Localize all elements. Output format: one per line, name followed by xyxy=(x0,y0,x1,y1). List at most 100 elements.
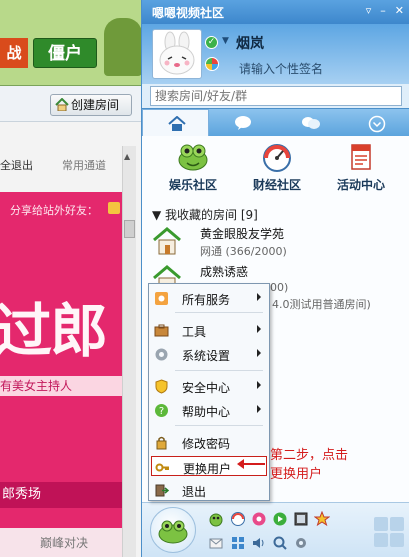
tutorial-annotation: 第二步，点击 更换用户 xyxy=(270,446,348,484)
app-title: 嗯嗯视频社区 xyxy=(152,6,225,20)
frog-small-icon[interactable] xyxy=(208,511,224,527)
tab-friends[interactable] xyxy=(276,109,343,137)
bottom-promo[interactable]: 巅峰对决 xyxy=(0,528,122,557)
group-chat-icon xyxy=(302,117,320,129)
menu-item-exit[interactable]: 退出 xyxy=(151,480,267,500)
tab-chat[interactable] xyxy=(209,109,276,137)
bottom-toolbar xyxy=(142,502,409,557)
room-count: 网通 (366/2000) xyxy=(200,245,287,258)
community-entertainment[interactable]: 娱乐社区 xyxy=(154,142,232,198)
star-badge-icon[interactable] xyxy=(314,511,330,527)
submenu-arrow-icon xyxy=(257,325,261,333)
online-status-icon[interactable]: ✓ xyxy=(205,36,218,49)
showroom-link[interactable]: 郎秀场 xyxy=(0,482,122,508)
submenu-arrow-icon xyxy=(257,293,261,301)
menu-label: 所有服务 xyxy=(182,293,231,307)
promo-area: 分享给站外好友： 过郎 有美女主持人 郎秀场 巅峰对决 xyxy=(0,192,122,557)
community-finance[interactable]: 财经社区 xyxy=(238,142,316,198)
close-icon[interactable]: ✕ xyxy=(395,4,404,18)
annotation-line-2: 更换用户 xyxy=(270,467,323,482)
chat-bubble-icon xyxy=(235,116,251,130)
window-controls: ▿ – ✕ xyxy=(366,4,404,18)
menu-item-change-password[interactable]: 修改密码 xyxy=(151,432,267,452)
grid-cell xyxy=(390,517,404,531)
menu-item-all-services[interactable]: 所有服务 xyxy=(151,288,267,308)
menu-separator xyxy=(175,312,263,313)
plant-image xyxy=(104,18,142,76)
game-banner[interactable]: 战 僵户 xyxy=(0,0,148,86)
chevron-down-circle-icon xyxy=(368,115,386,133)
room-item[interactable]: 黄金眼股友学苑 网通 (366/2000) xyxy=(152,224,402,264)
menu-label: 更换用户 xyxy=(183,462,232,476)
shield-icon xyxy=(155,379,168,394)
settings-icon xyxy=(155,348,168,361)
nickname: 烟岚 xyxy=(236,36,264,52)
room-name: 黄金眼股友学苑 xyxy=(200,227,285,241)
common-channel-tab[interactable]: 常用通道 xyxy=(62,157,106,173)
background-window: 战 僵户 创建房间 全退出 常用通道 分享给站外好友： 过郎 有美女主持人 郎秀… xyxy=(0,0,148,557)
house-icon xyxy=(55,98,69,111)
mail-icon[interactable] xyxy=(208,535,224,551)
mood-icon[interactable] xyxy=(205,57,219,71)
tab-home[interactable] xyxy=(142,109,209,137)
banner-red-tag: 战 xyxy=(0,38,28,68)
menu-item-switch-user[interactable]: 更换用户 xyxy=(151,456,267,476)
main-context-menu: 所有服务 工具 系统设置 安全中心 ? 帮助中心 修改密码 更换用户 退出 xyxy=(148,283,270,501)
scroll-up-icon[interactable]: ▲ xyxy=(124,152,130,161)
lock-icon xyxy=(156,436,167,450)
search-icon[interactable] xyxy=(272,535,288,551)
create-room-label: 创建房间 xyxy=(71,98,120,112)
scroll-thumb[interactable] xyxy=(124,220,135,238)
community-events[interactable]: 活动中心 xyxy=(322,142,400,198)
room-house-icon xyxy=(153,227,181,255)
gauge-icon xyxy=(263,144,291,172)
background-tabs: 全退出 常用通道 xyxy=(0,155,122,175)
minimize-icon[interactable]: – xyxy=(380,4,386,18)
favorite-rooms-header[interactable]: ▼ 我收藏的房间 [9] xyxy=(152,206,258,223)
svg-text:?: ? xyxy=(159,406,164,417)
menu-separator xyxy=(175,370,263,371)
submenu-arrow-icon xyxy=(257,349,261,357)
main-menu-button[interactable] xyxy=(150,507,196,553)
menu-item-system-settings[interactable]: 系统设置 xyxy=(151,344,267,364)
frog-logo-icon xyxy=(158,520,188,544)
submenu-arrow-icon xyxy=(257,381,261,389)
menu-label: 系统设置 xyxy=(182,349,231,363)
signature-field[interactable]: 请输入个性签名 xyxy=(239,60,323,77)
create-room-button[interactable]: 创建房间 xyxy=(50,94,132,116)
services-icon xyxy=(155,292,168,305)
menu-label: 帮助中心 xyxy=(182,405,231,419)
avatar[interactable] xyxy=(152,29,202,79)
gauge-small-icon[interactable] xyxy=(230,511,246,527)
share-icon[interactable] xyxy=(108,202,120,214)
menu-separator xyxy=(175,425,263,426)
help-icon: ? xyxy=(155,404,168,417)
grid-cell xyxy=(390,533,404,547)
menu-item-help-center[interactable]: ? 帮助中心 xyxy=(151,400,267,420)
background-scrollbar[interactable]: ▲ xyxy=(122,146,136,557)
search-input[interactable] xyxy=(151,87,371,105)
gear-icon[interactable] xyxy=(293,535,309,551)
dropdown-icon[interactable]: ▿ xyxy=(366,4,372,18)
profile-panel: ✓ ▼ 烟岚 请输入个性签名 xyxy=(142,24,409,84)
background-toolbar: 创建房间 xyxy=(0,86,148,122)
volume-icon[interactable] xyxy=(251,535,267,551)
key-icon xyxy=(155,463,169,472)
exit-icon xyxy=(155,484,169,497)
play-icon[interactable] xyxy=(272,511,288,527)
status-dropdown-icon[interactable]: ▼ xyxy=(222,36,229,46)
grid-apps-icon[interactable] xyxy=(230,535,246,551)
menu-item-tools[interactable]: 工具 xyxy=(151,320,267,340)
tab-more[interactable] xyxy=(343,109,409,137)
grid-cell xyxy=(374,517,388,531)
app-grid-button[interactable] xyxy=(374,517,404,547)
room-count: 4.0测试用普通房间) xyxy=(272,298,371,311)
exit-all-tab[interactable]: 全退出 xyxy=(0,157,33,173)
submenu-arrow-icon xyxy=(257,405,261,413)
room-name: 成熟诱惑 xyxy=(200,265,249,279)
title-bar[interactable]: 嗯嗯视频社区 ▿ – ✕ xyxy=(142,0,409,24)
camera-icon[interactable] xyxy=(251,511,267,527)
grid-cell xyxy=(374,533,388,547)
menu-item-security-center[interactable]: 安全中心 xyxy=(151,376,267,396)
monitor-icon[interactable] xyxy=(293,511,309,527)
